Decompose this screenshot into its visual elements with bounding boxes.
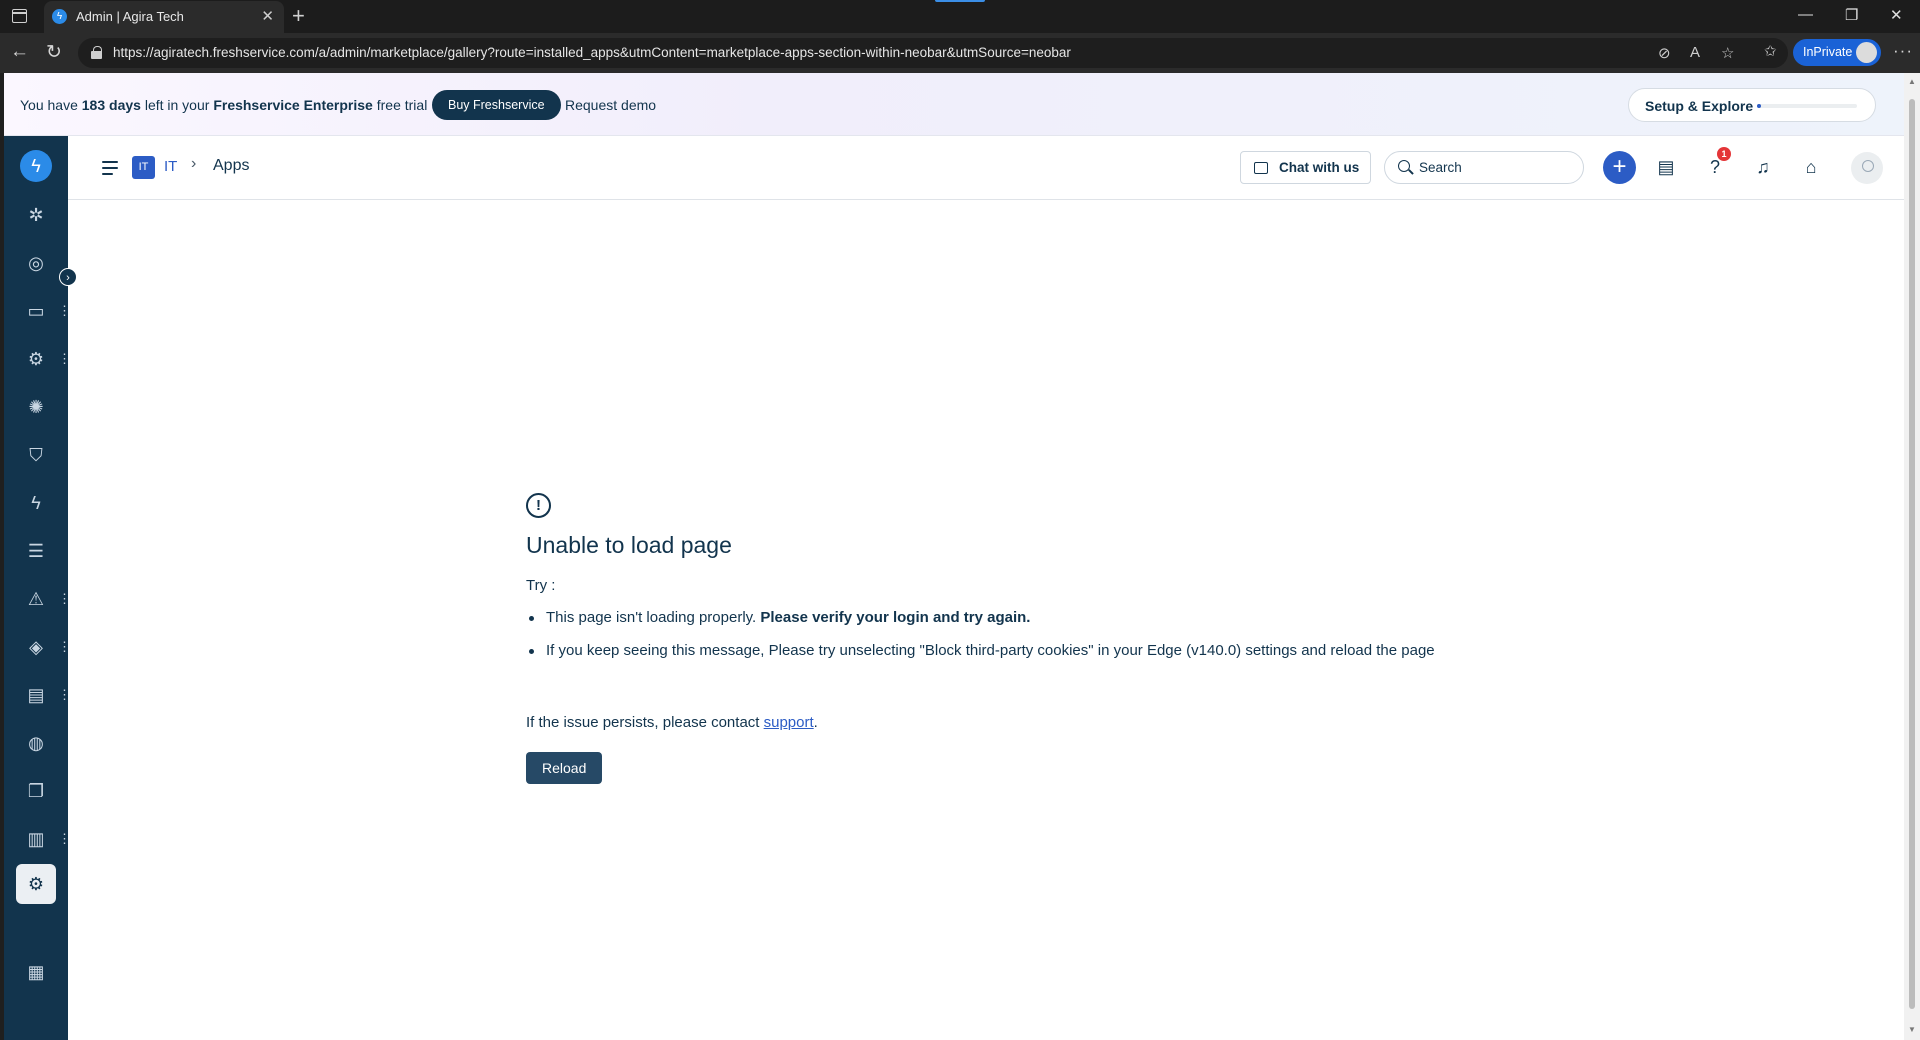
- reload-button[interactable]: Reload: [526, 752, 603, 784]
- freshservice-logo-icon[interactable]: ϟ: [20, 150, 52, 182]
- contracts-icon[interactable]: ▤: [20, 679, 52, 711]
- reports-icon[interactable]: ▥: [20, 823, 52, 855]
- browser-tab-bar: ϟ Admin | Agira Tech ✕ + — ❐ ✕: [0, 0, 1920, 33]
- scroll-up-icon[interactable]: ▲: [1908, 77, 1916, 86]
- error-title: Unable to load page: [526, 532, 732, 558]
- trial-message: You have 183 days left in your Freshserv…: [20, 97, 428, 113]
- submenu-dots-icon[interactable]: ⋮: [58, 592, 71, 605]
- automation-icon[interactable]: ϟ: [20, 487, 52, 519]
- help-badge: 1: [1717, 147, 1731, 161]
- new-item-button[interactable]: +: [1603, 151, 1636, 184]
- expand-sidebar-icon[interactable]: ›: [59, 268, 77, 286]
- profile-avatar-icon: [1856, 42, 1877, 63]
- chat-label: Chat with us: [1279, 160, 1360, 175]
- workspace-badge[interactable]: IT: [132, 156, 155, 179]
- setup-explore-button[interactable]: Setup & Explore: [1628, 88, 1876, 122]
- browser-tab[interactable]: ϟ Admin | Agira Tech ✕: [44, 1, 284, 33]
- top-header: IT IT › Apps Chat with us + ▤ ? 1 ♫ ⌂: [68, 136, 1904, 200]
- support-icon[interactable]: ◍: [20, 727, 52, 759]
- admin-icon[interactable]: ⚙: [16, 864, 56, 904]
- dashboard-icon[interactable]: ✲: [20, 199, 52, 231]
- scroll-thumb[interactable]: [1909, 99, 1915, 1009]
- search-icon: [1398, 160, 1410, 172]
- page-title: Apps: [213, 157, 250, 174]
- submenu-dots-icon[interactable]: ⋮: [58, 832, 71, 845]
- close-window-icon[interactable]: ✕: [1890, 6, 1903, 24]
- help-icon[interactable]: ? 1: [1700, 147, 1731, 182]
- page-content: You have 183 days left in your Freshserv…: [4, 73, 1904, 1040]
- url-text[interactable]: https://agiratech.freshservice.com/a/adm…: [113, 45, 1071, 60]
- error-alert-icon: !: [526, 493, 551, 518]
- chevron-right-icon: ›: [191, 155, 197, 172]
- scroll-down-icon[interactable]: ▼: [1908, 1025, 1916, 1034]
- window-menu-icon[interactable]: [12, 9, 27, 23]
- tasks-icon[interactable]: ☰: [20, 535, 52, 567]
- address-bar: ← ↻ https://agiratech.freshservice.com/a…: [0, 33, 1920, 73]
- hamburger-menu-icon[interactable]: [102, 161, 118, 175]
- changes-icon[interactable]: ✺: [20, 391, 52, 423]
- gauge-icon[interactable]: ◎: [20, 247, 52, 279]
- try-label: Try :: [526, 577, 556, 594]
- search-box[interactable]: [1384, 151, 1584, 184]
- more-options-icon[interactable]: ···: [1893, 41, 1913, 61]
- page-scrollbar[interactable]: ▲ ▼: [1904, 73, 1920, 1040]
- sidebar: ϟ ✲ ◎ ▭ ⋮ ⚙ ⋮ ✺ ⛉ ϟ ☰ ⚠ ⋮ ◈ ⋮ ▤ ⋮ ◍ ❐ ▥ ⋮ ⚙ ▦: [4, 136, 71, 1040]
- troubleshoot-list: This page isn't loading properly. Please…: [526, 606, 1446, 672]
- assets-icon[interactable]: ◈: [20, 631, 52, 663]
- minimize-icon[interactable]: —: [1798, 6, 1813, 23]
- persist-message: If the issue persists, please contact su…: [526, 714, 818, 731]
- tickets-icon[interactable]: ▭: [20, 295, 52, 327]
- user-avatar[interactable]: [1851, 152, 1883, 184]
- submenu-dots-icon[interactable]: ⋮: [58, 640, 71, 653]
- chat-icon: [1254, 162, 1268, 174]
- problems-icon[interactable]: ⚙: [20, 343, 52, 375]
- breadcrumb-workspace[interactable]: IT: [164, 158, 177, 175]
- submenu-dots-icon[interactable]: ⋮: [58, 304, 71, 317]
- approvals-icon[interactable]: ▤: [1651, 152, 1681, 182]
- restore-icon[interactable]: ❐: [1845, 6, 1858, 24]
- request-demo-link[interactable]: Request demo: [565, 97, 656, 113]
- submenu-dots-icon[interactable]: ⋮: [58, 352, 71, 365]
- new-tab-icon[interactable]: +: [292, 3, 305, 29]
- tab-strip-accent: [935, 0, 985, 2]
- catalog-icon[interactable]: ▦: [20, 956, 52, 988]
- submenu-dots-icon[interactable]: ⋮: [58, 688, 71, 701]
- favorite-star-icon[interactable]: ☆: [1721, 44, 1734, 62]
- lock-icon[interactable]: [91, 46, 102, 59]
- tracking-prevention-icon[interactable]: ⊘: [1658, 44, 1671, 62]
- freshservice-favicon-icon: ϟ: [52, 9, 67, 24]
- chat-with-us-button[interactable]: Chat with us: [1240, 151, 1371, 184]
- solutions-icon[interactable]: ❐: [20, 775, 52, 807]
- read-aloud-icon[interactable]: A: [1690, 44, 1700, 61]
- buy-freshservice-button[interactable]: Buy Freshservice: [432, 90, 561, 120]
- setup-progress-bar: [1757, 104, 1857, 108]
- refresh-icon[interactable]: ↻: [46, 41, 62, 64]
- releases-icon[interactable]: ⛉: [20, 439, 52, 471]
- trial-banner: You have 183 days left in your Freshserv…: [4, 73, 1904, 136]
- tab-title: Admin | Agira Tech: [76, 9, 184, 24]
- list-item: This page isn't loading properly. Please…: [526, 606, 1446, 630]
- marketplace-store-icon[interactable]: ⌂: [1796, 152, 1826, 182]
- list-item: If you keep seeing this message, Please …: [526, 639, 1446, 663]
- inprivate-label: InPrivate: [1803, 45, 1853, 59]
- setup-progress-fill: [1757, 104, 1761, 108]
- url-field[interactable]: https://agiratech.freshservice.com/a/adm…: [78, 38, 1788, 68]
- favorites-icon[interactable]: ✩: [1764, 42, 1777, 60]
- inprivate-button[interactable]: InPrivate: [1793, 39, 1881, 66]
- alerts-icon[interactable]: ⚠: [20, 583, 52, 615]
- support-link[interactable]: support: [764, 714, 814, 731]
- search-input[interactable]: [1419, 160, 1569, 175]
- notifications-bell-icon[interactable]: ♫: [1748, 152, 1778, 182]
- back-icon[interactable]: ←: [10, 41, 29, 63]
- close-tab-icon[interactable]: ✕: [261, 7, 274, 25]
- setup-explore-label: Setup & Explore: [1645, 98, 1754, 114]
